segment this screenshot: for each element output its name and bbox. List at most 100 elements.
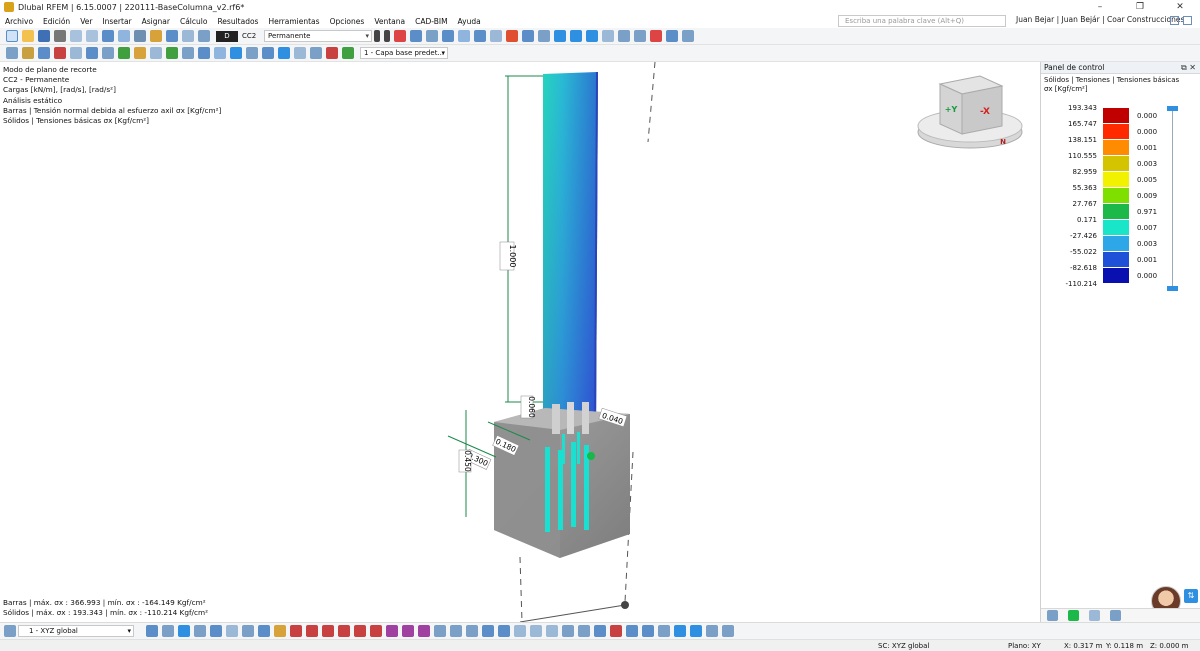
results-icon[interactable] <box>166 30 178 42</box>
solid-icon[interactable] <box>86 47 98 59</box>
divide-icon[interactable] <box>562 625 574 637</box>
screen-icon[interactable] <box>706 625 718 637</box>
draw-arc-icon[interactable] <box>306 625 318 637</box>
join-icon[interactable] <box>578 625 590 637</box>
layer-icon[interactable] <box>342 47 354 59</box>
snap-grid-icon[interactable] <box>146 625 158 637</box>
polar-icon[interactable] <box>242 625 254 637</box>
measure-icon[interactable] <box>274 625 286 637</box>
save-icon[interactable] <box>38 30 50 42</box>
draw-cross-icon[interactable] <box>386 625 398 637</box>
close-doc-icon[interactable] <box>1183 16 1192 25</box>
draw-point-icon[interactable] <box>418 625 430 637</box>
snap-line-icon[interactable] <box>178 625 190 637</box>
magnet-icon[interactable] <box>610 625 622 637</box>
search-input[interactable]: Escriba una palabra clave (Alt+Q) <box>838 15 1006 27</box>
layer-dropdown[interactable]: 1 - Capa base predet... <box>360 47 448 59</box>
pan-icon[interactable] <box>634 30 646 42</box>
print-icon[interactable] <box>54 30 66 42</box>
expand-icon[interactable] <box>722 625 734 637</box>
view-y-icon[interactable] <box>570 30 582 42</box>
delete-icon[interactable] <box>326 47 338 59</box>
line-icon[interactable] <box>38 47 50 59</box>
color-scale-icon[interactable] <box>506 30 518 42</box>
menu-herramientas[interactable]: Herramientas <box>263 17 324 26</box>
mirror-icon[interactable] <box>466 625 478 637</box>
move-icon[interactable] <box>434 625 446 637</box>
view-x-icon[interactable] <box>554 30 566 42</box>
trim-icon[interactable] <box>530 625 542 637</box>
view-z-icon[interactable] <box>586 30 598 42</box>
dimension-icon[interactable] <box>214 47 226 59</box>
draw-poly-icon[interactable] <box>354 625 366 637</box>
square-icon[interactable] <box>642 625 654 637</box>
clip-icon[interactable] <box>666 30 678 42</box>
surface-icon[interactable] <box>70 47 82 59</box>
filter-icon[interactable] <box>310 47 322 59</box>
stop-icon[interactable] <box>626 625 638 637</box>
object-snap-icon[interactable] <box>258 625 270 637</box>
minimize-button[interactable]: – <box>1080 0 1120 14</box>
rotate-icon[interactable] <box>450 625 462 637</box>
draw-spline-icon[interactable] <box>338 625 350 637</box>
report-icon[interactable] <box>182 30 194 42</box>
coordinate-system-dropdown[interactable]: 1 - XYZ global <box>18 625 134 637</box>
load-icon[interactable] <box>134 47 146 59</box>
guide-icon[interactable] <box>230 47 242 59</box>
menu-archivo[interactable]: Archivo <box>0 17 38 26</box>
mesh-icon[interactable] <box>150 47 162 59</box>
menu-asignar[interactable]: Asignar <box>137 17 175 26</box>
restore-icon[interactable] <box>1170 16 1179 25</box>
menu-opciones[interactable]: Opciones <box>325 17 370 26</box>
range-slider-max-handle[interactable] <box>1167 106 1178 111</box>
menu-insertar[interactable]: Insertar <box>97 17 136 26</box>
values-icon[interactable] <box>426 30 438 42</box>
load-case-dropdown[interactable]: Permanente <box>264 30 372 42</box>
node-icon[interactable] <box>22 47 34 59</box>
hinge-icon[interactable] <box>118 47 130 59</box>
draw-circle-icon[interactable] <box>322 625 334 637</box>
undo-icon[interactable] <box>70 30 82 42</box>
prev-icon[interactable] <box>374 30 380 42</box>
tab-scale-icon[interactable] <box>1068 610 1079 621</box>
copy-icon[interactable] <box>482 625 494 637</box>
model-viewport[interactable]: 1.000 0.060 0.040 0.180 0.300 0.450 +Y -… <box>0 62 1040 622</box>
redo-icon[interactable] <box>86 30 98 42</box>
snap-end-icon[interactable] <box>210 625 222 637</box>
calc-icon[interactable] <box>150 30 162 42</box>
range-slider-min-handle[interactable] <box>1167 286 1178 291</box>
load-case-selector[interactable]: D CC2 Permanente <box>216 30 372 42</box>
coordinate-icon[interactable] <box>246 47 258 59</box>
result-filter-icon[interactable] <box>394 30 406 42</box>
section-icon[interactable] <box>198 30 210 42</box>
tab-filter-icon[interactable] <box>1110 610 1121 621</box>
open-icon[interactable] <box>22 30 34 42</box>
next-icon[interactable] <box>384 30 390 42</box>
menu-resultados[interactable]: Resultados <box>212 17 263 26</box>
model-icon[interactable] <box>134 30 146 42</box>
deformation-icon[interactable] <box>410 30 422 42</box>
table-icon[interactable] <box>118 30 130 42</box>
select-icon[interactable] <box>6 47 18 59</box>
animate-icon[interactable] <box>474 30 486 42</box>
model-3d-view[interactable]: 1.000 0.060 0.040 0.180 0.300 0.450 +Y -… <box>0 62 1040 622</box>
draw-line-icon[interactable] <box>290 625 302 637</box>
close-button[interactable]: ✕ <box>1160 0 1200 14</box>
menu-cad-bim[interactable]: CAD-BIM <box>410 17 452 26</box>
wire-icon[interactable] <box>538 30 550 42</box>
menu-ver[interactable]: Ver <box>75 17 97 26</box>
snap-icon[interactable] <box>198 47 210 59</box>
maximize-button[interactable]: ❐ <box>1120 0 1160 14</box>
draw-rect-icon[interactable] <box>370 625 382 637</box>
iso-icon[interactable] <box>602 30 614 42</box>
member-insert-icon[interactable] <box>54 47 66 59</box>
new-icon[interactable] <box>6 30 18 42</box>
support-icon[interactable] <box>442 30 454 42</box>
grid-icon[interactable] <box>182 47 194 59</box>
angle-icon[interactable] <box>594 625 606 637</box>
menu-calculo[interactable]: Cálculo <box>175 17 212 26</box>
menu-ayuda[interactable]: Ayuda <box>453 17 486 26</box>
member-icon[interactable] <box>458 30 470 42</box>
display-icon[interactable] <box>490 30 502 42</box>
navigation-cube[interactable]: +Y -X N <box>917 75 1023 149</box>
